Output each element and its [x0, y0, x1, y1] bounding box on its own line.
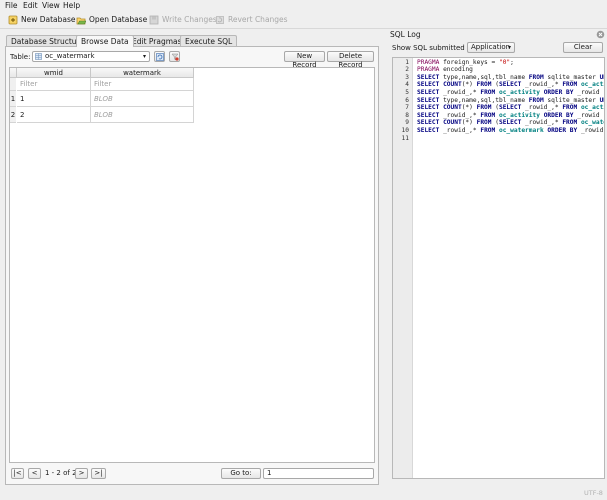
table-icon: [35, 53, 42, 60]
menu-help[interactable]: Help: [63, 0, 80, 11]
main-toolbar: New Database Open Database Write Changes…: [0, 11, 607, 29]
delete-record-button[interactable]: Delete Record: [327, 51, 374, 69]
prev-page-button[interactable]: <: [28, 468, 41, 479]
data-grid[interactable]: wmid watermark Filter Filter 1 1 BLOB 2 …: [9, 67, 375, 463]
sql-log-title: SQL Log: [390, 30, 421, 39]
filter-row-header: [10, 78, 16, 91]
chevron-down-icon: ▾: [507, 44, 511, 51]
table-select-value: oc_watermark: [45, 52, 95, 60]
sql-line: SELECT _rowid_,* FROM oc_activity ORDER …: [417, 88, 600, 96]
open-database-button[interactable]: Open Database: [76, 13, 147, 27]
new-database-label: New Database: [21, 15, 76, 24]
tab-browse-data[interactable]: Browse Data: [76, 35, 134, 47]
clear-log-button[interactable]: Clear: [563, 42, 603, 53]
tab-edit-pragmas[interactable]: Edit Pragmas: [127, 35, 187, 46]
encoding-status: UTF-8: [584, 489, 603, 497]
revert-changes-label: Revert Changes: [228, 15, 288, 24]
tab-execute-sql[interactable]: Execute SQL: [180, 35, 238, 46]
line-number: 1: [405, 58, 409, 66]
menu-view[interactable]: View: [42, 0, 60, 11]
clear-filters-button[interactable]: [169, 51, 180, 62]
menu-edit[interactable]: Edit: [23, 0, 38, 11]
close-icon[interactable]: [596, 30, 606, 40]
line-number: 7: [405, 104, 409, 112]
sql-line: SELECT COUNT(*) FROM (SELECT _rowid_,* F…: [417, 104, 604, 112]
first-page-button[interactable]: |<: [11, 468, 24, 479]
menubar: File Edit View Help: [0, 0, 607, 11]
write-changes-label: Write Changes: [162, 15, 217, 24]
line-number: 10: [401, 126, 409, 134]
revert-changes-icon: [215, 15, 225, 25]
revert-changes-button[interactable]: Revert Changes: [215, 13, 288, 27]
line-number: 5: [405, 88, 409, 96]
refresh-table-button[interactable]: [154, 51, 165, 62]
column-header-wmid[interactable]: wmid: [17, 68, 91, 78]
filter-input-watermark[interactable]: Filter: [91, 78, 194, 91]
line-number: 4: [405, 81, 409, 89]
new-record-button[interactable]: New Record: [284, 51, 325, 69]
line-number: 3: [405, 73, 409, 81]
new-database-icon: [8, 15, 18, 25]
table-cell[interactable]: BLOB: [91, 107, 194, 123]
line-number: 9: [405, 119, 409, 127]
row-header[interactable]: 1: [10, 91, 16, 107]
line-number: 6: [405, 96, 409, 104]
clear-filter-icon: [170, 53, 179, 63]
line-number-gutter: 1 2 3 4 5 6 7 8 9 10 11: [393, 58, 413, 478]
filter-input-wmid[interactable]: Filter: [17, 78, 91, 91]
menu-file[interactable]: File: [5, 0, 18, 11]
chevron-down-icon: ▾: [142, 53, 146, 60]
write-changes-icon: [149, 15, 159, 25]
new-database-button[interactable]: New Database: [8, 13, 76, 27]
open-database-icon: [76, 15, 87, 25]
line-number: 11: [401, 134, 409, 142]
sql-line: SELECT _rowid_,* FROM oc_watermark ORDER…: [417, 126, 604, 134]
table-label: Table:: [10, 53, 31, 61]
goto-button[interactable]: Go to:: [221, 468, 261, 479]
open-database-label: Open Database: [89, 15, 148, 24]
row-header[interactable]: 2: [10, 107, 16, 123]
submitted-by-select[interactable]: Application ▾: [467, 42, 515, 53]
next-page-button[interactable]: >: [75, 468, 88, 479]
grid-corner: [10, 68, 17, 78]
sql-line: PRAGMA foreign_keys = "0";: [417, 58, 514, 66]
sql-line: SELECT COUNT(*) FROM (SELECT _rowid_,* F…: [417, 81, 604, 89]
table-cell[interactable]: 1: [17, 91, 91, 107]
sql-log-editor[interactable]: 1 2 3 4 5 6 7 8 9 10 11 PRAGMA foreign_k…: [392, 57, 605, 479]
table-cell[interactable]: BLOB: [91, 91, 194, 107]
record-range: 1 - 2 of 2: [45, 469, 77, 477]
line-number: 8: [405, 111, 409, 119]
line-number: 2: [405, 66, 409, 74]
submitted-by-value: Application: [471, 43, 511, 51]
sql-line: SELECT _rowid_,* FROM oc_activity ORDER …: [417, 111, 600, 119]
refresh-icon: [155, 52, 164, 63]
last-page-button[interactable]: >|: [91, 468, 106, 479]
table-cell[interactable]: 2: [17, 107, 91, 123]
sql-line: SELECT COUNT(*) FROM (SELECT _rowid_,* F…: [417, 119, 604, 127]
show-sql-label: Show SQL submitted by: [392, 44, 476, 52]
table-select[interactable]: oc_watermark ▾: [32, 51, 150, 62]
sql-line: PRAGMA encoding: [417, 66, 473, 74]
column-header-watermark[interactable]: watermark: [91, 68, 194, 78]
goto-input[interactable]: 1: [263, 468, 374, 479]
sql-line: SELECT type,name,sql,tbl_name FROM sqlit…: [417, 96, 604, 104]
write-changes-button[interactable]: Write Changes: [149, 13, 217, 27]
